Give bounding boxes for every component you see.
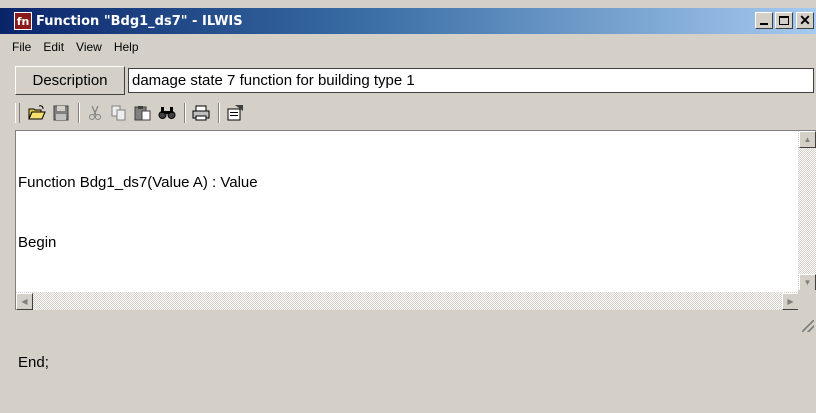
maximize-button[interactable] [775, 12, 793, 29]
copy-icon[interactable] [108, 102, 130, 124]
cut-icon[interactable] [84, 102, 106, 124]
window-title: Function "Bdg1_ds7" - ILWIS [36, 13, 243, 29]
description-field[interactable]: damage state 7 function for building typ… [128, 68, 814, 93]
toolbar-separator [78, 103, 80, 123]
scroll-down-button[interactable]: ▼ [799, 274, 816, 291]
open-folder-icon[interactable] [26, 102, 48, 124]
arrow-left-icon: ◀ [21, 297, 28, 306]
vertical-scrollbar[interactable]: ▲ ▼ [798, 131, 816, 291]
menu-file[interactable]: File [6, 40, 37, 54]
expression-editor[interactable]: Function Bdg1_ds7(Value A) : Value Begin… [15, 130, 816, 371]
resize-grip-icon[interactable] [802, 320, 814, 332]
window-controls: ✕ [755, 12, 814, 29]
arrow-right-icon: ▶ [787, 297, 794, 306]
code-line: End; [18, 354, 49, 371]
status-bar [0, 314, 816, 334]
print-icon[interactable] [190, 102, 212, 124]
code-line: Begin [18, 234, 57, 251]
menu-bar: File Edit View Help [0, 36, 816, 58]
toolbar-separator [184, 103, 186, 123]
description-button[interactable]: Description [15, 66, 125, 95]
toolbar [15, 100, 816, 126]
properties-icon[interactable] [224, 102, 246, 124]
close-icon: ✕ [799, 12, 811, 28]
scroll-right-button[interactable]: ▶ [782, 293, 799, 310]
function-editor-window: fn Function "Bdg1_ds7" - ILWIS ✕ File Ed… [0, 0, 816, 371]
scroll-up-button[interactable]: ▲ [799, 131, 816, 148]
menu-edit[interactable]: Edit [37, 40, 70, 54]
arrow-down-icon: ▼ [803, 278, 812, 287]
menu-help[interactable]: Help [108, 40, 145, 54]
minimize-button[interactable] [755, 12, 773, 29]
app-icon[interactable]: fn [14, 12, 32, 30]
code-text[interactable]: Function Bdg1_ds7(Value A) : Value Begin… [18, 133, 796, 413]
paste-icon[interactable] [132, 102, 154, 124]
maximize-icon [779, 16, 789, 25]
arrow-up-icon: ▲ [803, 135, 812, 144]
scroll-corner [798, 290, 816, 310]
horizontal-scrollbar[interactable]: ◀ ▶ [16, 292, 799, 310]
find-icon[interactable] [156, 102, 178, 124]
menu-view[interactable]: View [70, 40, 108, 54]
save-icon[interactable] [50, 102, 72, 124]
code-line: Function Bdg1_ds7(Value A) : Value [18, 174, 258, 191]
title-bar[interactable]: fn Function "Bdg1_ds7" - ILWIS ✕ [0, 8, 816, 34]
description-row: Description damage state 7 function for … [15, 66, 816, 96]
toolbar-separator [218, 103, 220, 123]
close-button[interactable]: ✕ [796, 12, 814, 29]
scroll-left-button[interactable]: ◀ [16, 293, 33, 310]
toolbar-grip[interactable] [15, 103, 20, 123]
minimize-icon [760, 23, 768, 25]
